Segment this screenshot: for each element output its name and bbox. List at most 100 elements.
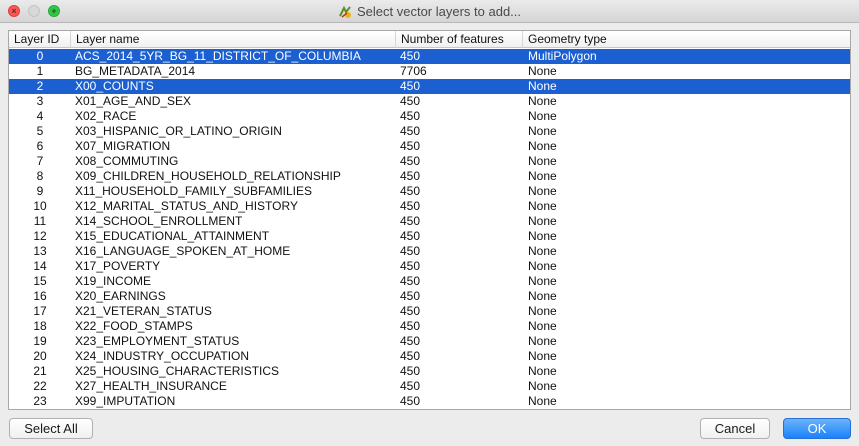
table-row[interactable]: 11 X14_SCHOOL_ENROLLMENT 450 None bbox=[9, 214, 850, 229]
feature-count-cell: 450 bbox=[400, 49, 421, 63]
geometry-type-cell: None bbox=[528, 154, 557, 168]
layer-id-cell: 10 bbox=[33, 199, 47, 213]
feature-count-cell: 450 bbox=[400, 319, 421, 333]
column-header-geometry-type[interactable]: Geometry type bbox=[523, 31, 850, 48]
layer-name-cell: X08_COMMUTING bbox=[75, 154, 179, 168]
table-row[interactable]: 2 X00_COUNTS 450 None bbox=[9, 79, 850, 94]
layer-id-cell: 22 bbox=[33, 379, 47, 393]
layer-name-cell: X01_AGE_AND_SEX bbox=[75, 94, 192, 108]
layer-id-cell: 9 bbox=[36, 184, 44, 198]
feature-count-cell: 450 bbox=[400, 109, 421, 123]
feature-count-cell: 450 bbox=[400, 79, 421, 93]
plus-icon: + bbox=[51, 6, 57, 16]
layer-name-cell: X12_MARITAL_STATUS_AND_HISTORY bbox=[75, 199, 298, 213]
column-header-layer-name[interactable]: Layer name bbox=[71, 31, 396, 48]
table-row[interactable]: 18 X22_FOOD_STAMPS 450 None bbox=[9, 319, 850, 334]
layers-table: Layer ID Layer name Number of features G… bbox=[8, 30, 851, 410]
geometry-type-cell: None bbox=[528, 199, 557, 213]
table-row[interactable]: 6 X07_MIGRATION 450 None bbox=[9, 139, 850, 154]
table-row[interactable]: 7 X08_COMMUTING 450 None bbox=[9, 154, 850, 169]
feature-count-cell: 450 bbox=[400, 214, 421, 228]
feature-count-cell: 450 bbox=[400, 94, 421, 108]
table-row[interactable]: 17 X21_VETERAN_STATUS 450 None bbox=[9, 304, 850, 319]
window-title: Select vector layers to add... bbox=[356, 4, 522, 19]
ok-button[interactable]: OK bbox=[783, 418, 851, 439]
table-row[interactable]: 9 X11_HOUSEHOLD_FAMILY_SUBFAMILIES 450 None bbox=[9, 184, 850, 199]
feature-count-cell: 450 bbox=[400, 184, 421, 198]
geometry-type-cell: None bbox=[528, 259, 557, 273]
close-icon: × bbox=[11, 6, 17, 16]
geometry-type-cell: None bbox=[528, 319, 557, 333]
layer-name-cell: X00_COUNTS bbox=[75, 79, 154, 93]
geometry-type-cell: None bbox=[528, 169, 557, 183]
table-row[interactable]: 5 X03_HISPANIC_OR_LATINO_ORIGIN 450 None bbox=[9, 124, 850, 139]
layer-id-cell: 12 bbox=[33, 229, 47, 243]
table-row[interactable]: 8 X09_CHILDREN_HOUSEHOLD_RELATIONSHIP 450 N… bbox=[9, 169, 850, 184]
geometry-type-cell: None bbox=[528, 214, 557, 228]
geometry-type-cell: None bbox=[528, 109, 557, 123]
feature-count-cell: 450 bbox=[400, 229, 421, 243]
layer-name-cell: X24_INDUSTRY_OCCUPATION bbox=[75, 349, 250, 363]
feature-count-cell: 450 bbox=[400, 394, 421, 408]
table-row[interactable]: 15 X19_INCOME 450 None bbox=[9, 274, 850, 289]
layer-id-cell: 11 bbox=[33, 214, 47, 228]
table-row[interactable]: 0 ACS_2014_5YR_BG_11_DISTRICT_OF_COLUMBIA… bbox=[9, 49, 850, 64]
geometry-type-cell: None bbox=[528, 94, 557, 108]
feature-count-cell: 450 bbox=[400, 154, 421, 168]
table-row[interactable]: 13 X16_LANGUAGE_SPOKEN_AT_HOME 450 None bbox=[9, 244, 850, 259]
layer-id-cell: 16 bbox=[33, 289, 47, 303]
table-row[interactable]: 16 X20_EARNINGS 450 None bbox=[9, 289, 850, 304]
table-row[interactable]: 20 X24_INDUSTRY_OCCUPATION 450 None bbox=[9, 349, 850, 364]
select-all-button[interactable]: Select All bbox=[9, 418, 93, 439]
geometry-type-cell: None bbox=[528, 289, 557, 303]
layer-name-cell: X19_INCOME bbox=[75, 274, 152, 288]
minimize-window-button[interactable] bbox=[28, 5, 40, 17]
layer-id-cell: 21 bbox=[33, 364, 47, 378]
layer-name-cell: X07_MIGRATION bbox=[75, 139, 171, 153]
feature-count-cell: 450 bbox=[400, 349, 421, 363]
layer-name-cell: X15_EDUCATIONAL_ATTAINMENT bbox=[75, 229, 270, 243]
layer-name-cell: X14_SCHOOL_ENROLLMENT bbox=[75, 214, 243, 228]
table-row[interactable]: 3 X01_AGE_AND_SEX 450 None bbox=[9, 94, 850, 109]
zoom-window-button[interactable]: + bbox=[48, 5, 60, 17]
table-row[interactable]: 12 X15_EDUCATIONAL_ATTAINMENT 450 None bbox=[9, 229, 850, 244]
table-row[interactable]: 14 X17_POVERTY 450 None bbox=[9, 259, 850, 274]
layer-id-cell: 5 bbox=[36, 124, 44, 138]
feature-count-cell: 450 bbox=[400, 259, 421, 273]
layer-name-cell: BG_METADATA_2014 bbox=[75, 64, 196, 78]
feature-count-cell: 450 bbox=[400, 274, 421, 288]
feature-count-cell: 450 bbox=[400, 244, 421, 258]
layer-id-cell: 7 bbox=[36, 154, 44, 168]
layer-id-cell: 19 bbox=[33, 334, 47, 348]
layer-id-cell: 20 bbox=[33, 349, 47, 363]
feature-count-cell: 450 bbox=[400, 139, 421, 153]
layer-name-cell: X21_VETERAN_STATUS bbox=[75, 304, 212, 318]
layer-name-cell: X16_LANGUAGE_SPOKEN_AT_HOME bbox=[75, 244, 291, 258]
geometry-type-cell: None bbox=[528, 184, 557, 198]
table-row[interactable]: 4 X02_RACE 450 None bbox=[9, 109, 850, 124]
table-row[interactable]: 21 X25_HOUSING_CHARACTERISTICS 450 None bbox=[9, 364, 850, 379]
layer-name-cell: X99_IMPUTATION bbox=[75, 394, 176, 408]
column-header-number-of-features[interactable]: Number of features bbox=[396, 31, 523, 48]
layer-id-cell: 8 bbox=[36, 169, 44, 183]
table-row[interactable]: 22 X27_HEALTH_INSURANCE 450 None bbox=[9, 379, 850, 394]
geometry-type-cell: None bbox=[528, 304, 557, 318]
table-row[interactable]: 10 X12_MARITAL_STATUS_AND_HISTORY 450 None bbox=[9, 199, 850, 214]
layer-id-cell: 15 bbox=[33, 274, 47, 288]
geometry-type-cell: None bbox=[528, 364, 557, 378]
feature-count-cell: 450 bbox=[400, 334, 421, 348]
cancel-button[interactable]: Cancel bbox=[700, 418, 770, 439]
table-row[interactable]: 19 X23_EMPLOYMENT_STATUS 450 None bbox=[9, 334, 850, 349]
layer-name-cell: X02_RACE bbox=[75, 109, 137, 123]
feature-count-cell: 450 bbox=[400, 304, 421, 318]
close-window-button[interactable]: × bbox=[8, 5, 20, 17]
column-header-layer-id[interactable]: Layer ID bbox=[9, 31, 71, 48]
layer-name-cell: X09_CHILDREN_HOUSEHOLD_RELATIONSHIP bbox=[75, 169, 341, 183]
layer-name-cell: X23_EMPLOYMENT_STATUS bbox=[75, 334, 240, 348]
geometry-type-cell: None bbox=[528, 349, 557, 363]
table-row[interactable]: 23 X99_IMPUTATION 450 None bbox=[9, 394, 850, 409]
layer-id-cell: 6 bbox=[36, 139, 44, 153]
table-row[interactable]: 1 BG_METADATA_2014 7706 None bbox=[9, 64, 850, 79]
feature-count-cell: 450 bbox=[400, 124, 421, 138]
qgis-icon bbox=[338, 5, 352, 19]
